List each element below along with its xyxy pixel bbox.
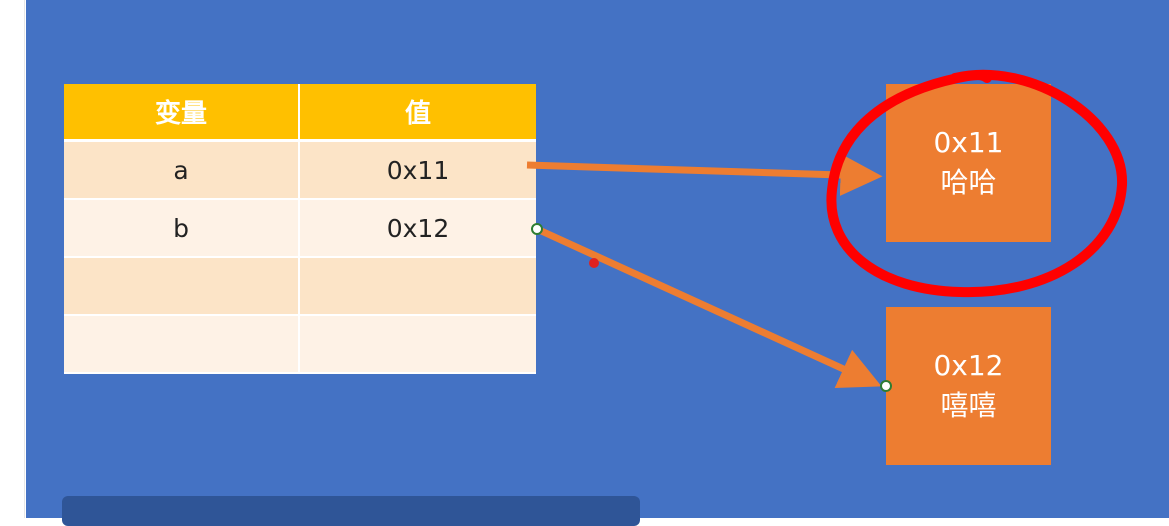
annotation-overlay bbox=[526, 69, 1128, 392]
pointer-arrow-a bbox=[526, 154, 883, 196]
subtitle-bar bbox=[62, 496, 640, 526]
red-circle-annotation bbox=[826, 69, 1128, 298]
selection-handle-start[interactable] bbox=[531, 223, 543, 235]
selection-handle-end[interactable] bbox=[880, 380, 892, 392]
pointer-arrow-b bbox=[535, 225, 882, 389]
midpoint-handle[interactable] bbox=[589, 258, 599, 268]
